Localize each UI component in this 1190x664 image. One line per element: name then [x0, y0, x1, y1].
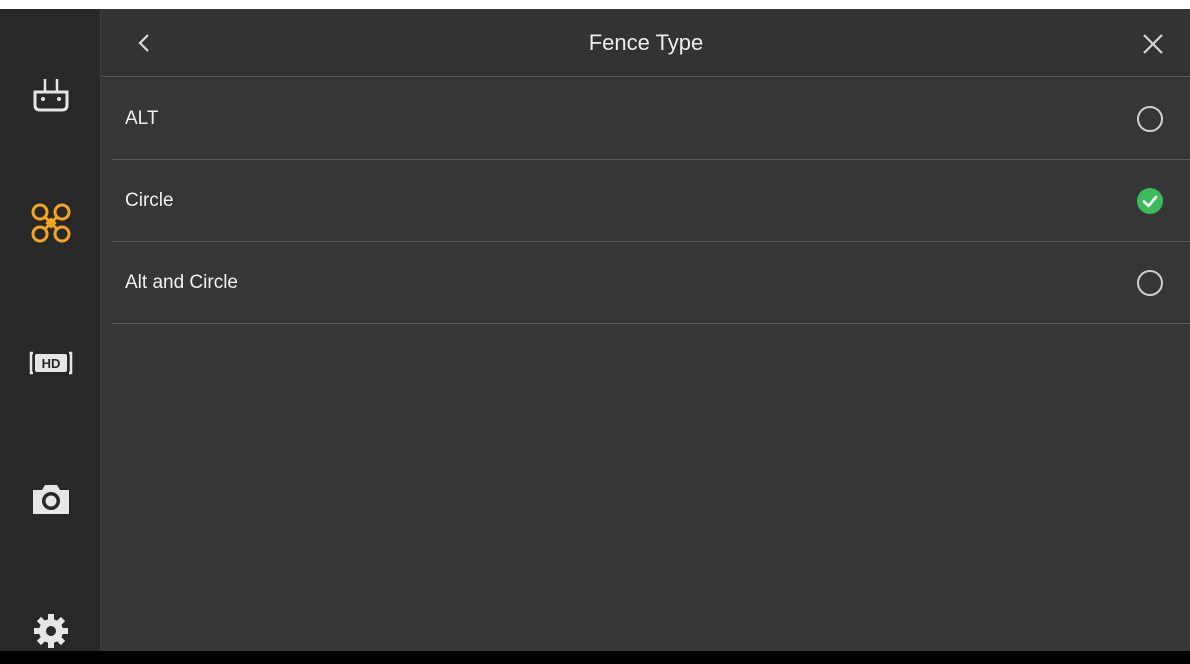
sidebar-item-aircraft[interactable]	[0, 193, 101, 253]
sidebar-item-hd-transmission[interactable]: HD	[0, 333, 101, 393]
sidebar-item-remote-controller[interactable]	[0, 65, 101, 125]
option-label: ALT	[125, 108, 159, 129]
option-circle[interactable]: Circle	[112, 160, 1190, 242]
back-button[interactable]	[128, 25, 160, 61]
sidebar-item-camera[interactable]	[0, 469, 101, 529]
drone-icon	[31, 203, 70, 243]
chevron-left-icon	[138, 34, 149, 52]
hd-icon: HD	[29, 351, 72, 375]
option-label: Alt and Circle	[125, 272, 238, 293]
gear-icon	[33, 614, 68, 648]
main-panel: Fence Type ALT Circle Alt and Circle	[102, 9, 1190, 651]
fence-type-list: ALT Circle Alt and Circle	[112, 78, 1190, 324]
option-alt-and-circle[interactable]: Alt and Circle	[112, 242, 1190, 324]
sidebar: HD	[0, 9, 101, 651]
svg-text:HD: HD	[41, 356, 60, 371]
remote-controller-icon	[33, 79, 68, 112]
radio-unselected-icon[interactable]	[1136, 269, 1164, 297]
check-circle-icon[interactable]	[1136, 187, 1164, 215]
option-alt[interactable]: ALT	[112, 78, 1190, 160]
page-title: Fence Type	[588, 30, 704, 55]
bottom-bar	[0, 651, 1190, 664]
camera-icon	[32, 485, 69, 514]
option-label: Circle	[125, 190, 174, 211]
header-bar: Fence Type	[102, 9, 1190, 77]
app-window: HD Fence Type ALT Circle Alt and Circle	[0, 9, 1190, 651]
close-icon	[1143, 34, 1163, 54]
radio-unselected-icon[interactable]	[1136, 105, 1164, 133]
close-button[interactable]	[1136, 27, 1170, 61]
